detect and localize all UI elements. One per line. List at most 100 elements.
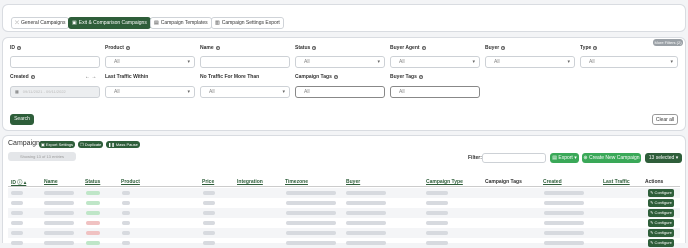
redacted-cell <box>286 211 336 215</box>
redacted-cell <box>544 201 584 205</box>
redacted-cell <box>544 221 584 225</box>
no-traffic-label: No Traffic For More Than <box>200 74 260 80</box>
pause-icon: ❚❚ <box>108 142 116 147</box>
id-label: ID? <box>10 45 21 51</box>
export-icon: ▥ <box>215 20 220 26</box>
tab-general-campaigns[interactable]: ⤫ General Campaigns <box>11 17 70 29</box>
clear-all-button[interactable]: Clear all <box>652 114 678 125</box>
redacted-cell <box>346 201 386 205</box>
help-icon: ? <box>17 45 21 50</box>
configure-button[interactable]: ✎ Configure <box>648 219 674 227</box>
table-row[interactable]: ✎ Configure <box>8 238 680 248</box>
tab-exit-comparison-campaigns[interactable]: ▣ Exit & Comparison Campaigns <box>68 17 151 29</box>
help-icon: ? <box>125 45 130 50</box>
column-name[interactable]: Name <box>44 179 58 185</box>
redacted-cell <box>11 221 23 225</box>
column-campaign-type[interactable]: Campaign Type <box>426 179 463 185</box>
table-row[interactable]: ✎ Configure <box>8 198 680 208</box>
column-status[interactable]: Status <box>85 179 100 185</box>
column-created[interactable]: Created <box>543 179 562 185</box>
duplicate-badge[interactable]: ❐ Duplicate <box>78 141 104 148</box>
name-input[interactable] <box>200 56 290 68</box>
redacted-cell <box>11 241 23 245</box>
redacted-cell <box>86 191 100 195</box>
column-integration[interactable]: Integration <box>237 179 263 185</box>
column-last-traffic[interactable]: Last Traffic <box>603 179 630 185</box>
last-traffic-within-select[interactable]: All <box>105 86 195 98</box>
tab-campaign-settings-export[interactable]: ▥ Campaign Settings Export <box>211 17 284 29</box>
export-settings-badge[interactable]: ▣ Export Settings <box>39 141 76 148</box>
table-row[interactable]: ✎ Configure <box>8 188 680 198</box>
buyer-tags-label: Buyer Tags? <box>390 74 423 80</box>
redacted-cell <box>346 211 386 215</box>
redacted-cell <box>426 191 448 195</box>
arrow-right-icon[interactable]: → <box>91 74 96 80</box>
mass-pause-badge[interactable]: ❚❚ Mass Pause <box>106 141 140 148</box>
table-row[interactable]: ✎ Configure <box>8 208 680 218</box>
help-icon: ? <box>593 45 598 50</box>
status-select[interactable]: All <box>295 56 385 68</box>
column-id[interactable]: ID ⓘ ▴ <box>11 179 26 186</box>
configure-button[interactable]: ✎ Configure <box>648 189 674 197</box>
redacted-cell <box>44 221 74 225</box>
shuffle-icon: ⤫ <box>15 20 20 26</box>
campaign-tags-input[interactable]: All <box>295 86 385 98</box>
more-filters-button[interactable]: More Filters (2) <box>653 39 683 46</box>
help-icon: ? <box>30 74 35 79</box>
created-date-range[interactable]: ▦ 09/11/2021 - 09/11/2022 <box>10 86 100 98</box>
product-label: Product? <box>105 45 130 51</box>
type-select[interactable]: All <box>580 56 678 68</box>
column-timezone[interactable]: Timezone <box>285 179 308 185</box>
search-button[interactable]: Search <box>10 114 34 125</box>
campaign-icon: ▣ <box>72 20 77 26</box>
create-campaign-button[interactable]: ⊕ Create New Campaign <box>582 153 641 163</box>
tab-campaign-templates[interactable]: ▤ Campaign Templates <box>150 17 212 29</box>
column-product[interactable]: Product <box>121 179 140 185</box>
help-icon: ? <box>333 74 338 79</box>
configure-button[interactable]: ✎ Configure <box>648 199 674 207</box>
redacted-cell <box>426 211 448 215</box>
redacted-cell <box>346 191 386 195</box>
column-campaign-tags: Campaign Tags <box>485 179 522 185</box>
filter-input[interactable] <box>482 153 546 163</box>
redacted-cell <box>346 241 386 245</box>
showing-entries: Showing 13 of 13 entries <box>8 152 76 161</box>
redacted-cell <box>544 231 584 235</box>
calendar-icon: ▦ <box>15 89 19 94</box>
configure-button[interactable]: ✎ Configure <box>648 209 674 217</box>
date-arrows[interactable]: ← → <box>85 74 96 80</box>
template-icon: ▤ <box>154 20 159 26</box>
help-icon: ? <box>312 45 317 50</box>
column-buyer[interactable]: Buyer <box>346 179 360 185</box>
configure-button[interactable]: ✎ Configure <box>648 239 674 247</box>
buyer-select[interactable]: All <box>485 56 575 68</box>
arrow-left-icon[interactable]: ← <box>85 74 90 80</box>
redacted-cell <box>11 201 23 205</box>
no-traffic-select[interactable]: All <box>200 86 290 98</box>
redacted-cell <box>203 191 215 195</box>
redacted-cell <box>86 201 100 205</box>
table-row[interactable]: ✎ Configure <box>8 218 680 228</box>
buyer-tags-input[interactable]: All <box>390 86 480 98</box>
table-row[interactable]: ✎ Configure <box>8 228 680 238</box>
caret-down-icon: ▾ <box>572 155 577 161</box>
configure-button[interactable]: ✎ Configure <box>648 229 674 237</box>
redacted-cell <box>11 211 23 215</box>
redacted-cell <box>286 191 336 195</box>
product-select[interactable]: All <box>105 56 195 68</box>
redacted-cell <box>286 201 336 205</box>
buyer-agent-select[interactable]: All <box>390 56 480 68</box>
column-actions: Actions <box>645 179 664 185</box>
column-price[interactable]: Price <box>202 179 214 185</box>
id-input[interactable] <box>10 56 100 68</box>
redacted-cell <box>11 231 23 235</box>
tabs-card: ⤫ General Campaigns ▣ Exit & Comparison Ca… <box>2 4 686 32</box>
redacted-cell <box>122 221 130 225</box>
export-button[interactable]: ▤ Export ▾ <box>550 153 579 163</box>
redacted-cell <box>544 191 584 195</box>
filter-label: Filter: <box>468 155 482 161</box>
help-icon: ? <box>501 45 506 50</box>
selected-button[interactable]: 13 selected ▾ <box>645 153 682 163</box>
help-icon: ? <box>418 74 423 79</box>
redacted-cell <box>544 241 584 245</box>
